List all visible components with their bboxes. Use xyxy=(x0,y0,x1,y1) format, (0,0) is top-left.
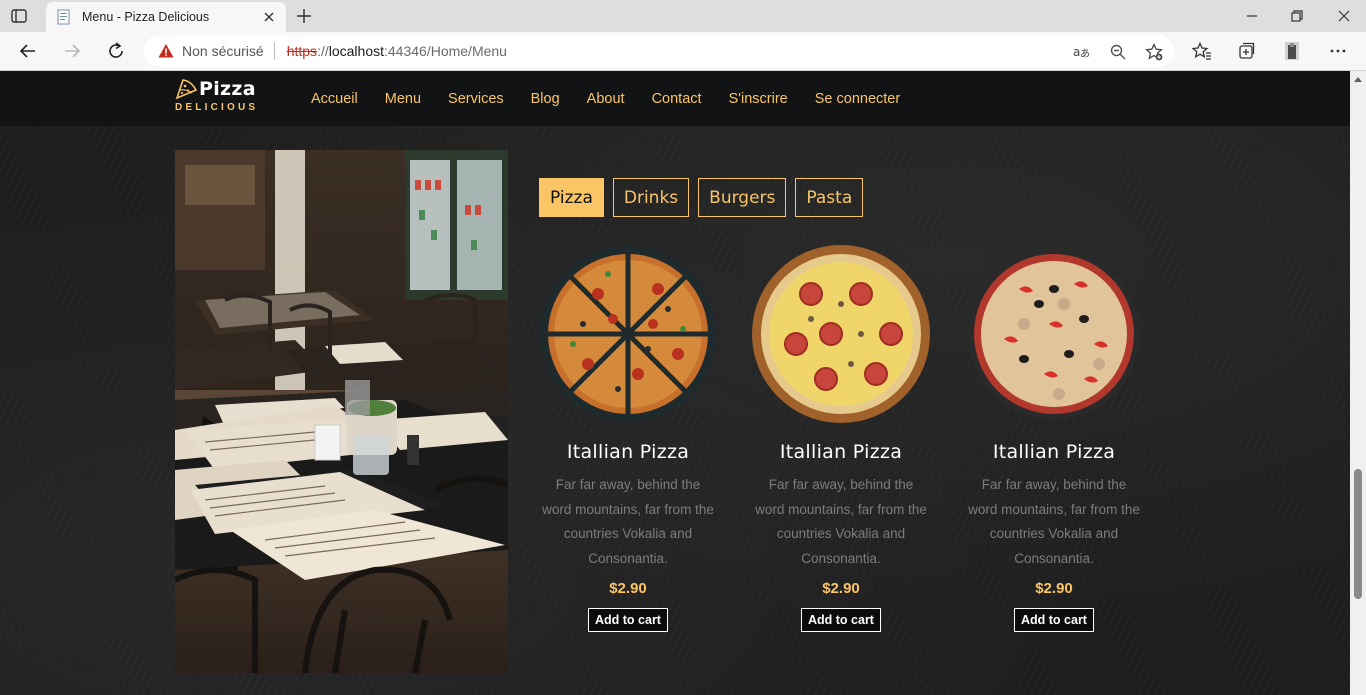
category-tabs: Pizza Drinks Burgers Pasta xyxy=(539,178,872,217)
menu-item: Itallian Pizza Far far away, behind the … xyxy=(964,244,1144,632)
add-to-cart-button[interactable]: Add to cart xyxy=(801,608,881,632)
security-label[interactable]: Non sécurisé xyxy=(182,43,264,59)
profile-avatar-icon[interactable] xyxy=(1282,41,1302,61)
url-divider xyxy=(273,42,275,60)
page-content: Pizza DELICIOUS Accueil Menu Services Bl… xyxy=(0,71,1350,695)
tab-burgers[interactable]: Burgers xyxy=(698,178,787,217)
item-description: Far far away, behind the word mountains,… xyxy=(968,477,1140,566)
item-name: Itallian Pizza xyxy=(992,441,1116,463)
item-price: $2.90 xyxy=(609,580,647,597)
refresh-icon[interactable] xyxy=(106,41,126,61)
minimize-icon[interactable] xyxy=(1242,6,1262,26)
item-description: Far far away, behind the word mountains,… xyxy=(755,477,927,566)
add-to-cart-button[interactable]: Add to cart xyxy=(1014,608,1094,632)
url-field[interactable]: Non sécurisé https://localhost:44346/Hom… xyxy=(144,35,1174,67)
nav-link-menu[interactable]: Menu xyxy=(385,91,421,107)
restore-icon[interactable] xyxy=(1287,6,1307,26)
item-name: Itallian Pizza xyxy=(779,441,903,463)
url-host: localhost xyxy=(328,43,384,59)
read-aloud-icon[interactable]: a あ xyxy=(1072,43,1090,61)
nav-link-register[interactable]: S'inscrire xyxy=(729,91,788,107)
menu-item: Itallian Pizza Far far away, behind the … xyxy=(751,244,931,632)
nav-link-accueil[interactable]: Accueil xyxy=(311,91,358,107)
page-favicon-icon xyxy=(57,9,70,25)
warning-icon[interactable] xyxy=(158,43,174,59)
pizza-image xyxy=(540,246,716,422)
forward-icon[interactable] xyxy=(62,41,82,61)
zoom-icon[interactable] xyxy=(1109,43,1127,61)
nav-link-about[interactable]: About xyxy=(587,91,625,107)
address-bar: Non sécurisé https://localhost:44346/Hom… xyxy=(0,32,1366,71)
tab-pasta[interactable]: Pasta xyxy=(795,178,864,217)
url-scheme: https xyxy=(286,43,318,59)
scroll-thumb[interactable] xyxy=(1354,469,1362,599)
restaurant-photo xyxy=(175,150,508,673)
nav-link-blog[interactable]: Blog xyxy=(531,91,560,107)
tab-pizza[interactable]: Pizza xyxy=(539,178,604,217)
tab-drinks[interactable]: Drinks xyxy=(612,178,690,217)
close-tab-icon[interactable] xyxy=(262,10,276,24)
nav-link-services[interactable]: Services xyxy=(448,91,504,107)
back-icon[interactable] xyxy=(18,41,38,61)
nav-link-login[interactable]: Se connecter xyxy=(815,91,900,107)
menu-item: Itallian Pizza Far far away, behind the … xyxy=(538,244,718,632)
tab-actions-icon[interactable] xyxy=(10,7,28,25)
pizza-image xyxy=(968,248,1140,420)
page-scrollbar[interactable] xyxy=(1350,71,1366,695)
item-price: $2.90 xyxy=(1035,580,1073,597)
site-logo[interactable]: Pizza DELICIOUS xyxy=(175,76,275,121)
add-to-cart-button[interactable]: Add to cart xyxy=(588,608,668,632)
main-menu: Accueil Menu Services Blog About Contact… xyxy=(311,71,927,126)
more-options-icon[interactable] xyxy=(1328,41,1348,61)
item-price: $2.90 xyxy=(822,580,860,597)
scroll-up-icon[interactable] xyxy=(1353,75,1363,83)
svg-text:あ: あ xyxy=(1080,48,1090,60)
pizza-image xyxy=(752,245,930,423)
logo-name: Pizza xyxy=(199,78,256,100)
item-name: Itallian Pizza xyxy=(566,441,690,463)
url-path: :44346/Home/Menu xyxy=(384,43,507,59)
site-navbar: Pizza DELICIOUS Accueil Menu Services Bl… xyxy=(0,71,1350,126)
url-separator: :// xyxy=(317,43,329,59)
favorites-icon[interactable] xyxy=(1192,41,1212,61)
new-tab-icon[interactable] xyxy=(294,6,314,26)
logo-subtitle: DELICIOUS xyxy=(175,102,259,113)
browser-tab[interactable]: Menu - Pizza Delicious xyxy=(46,2,286,32)
close-window-icon[interactable] xyxy=(1334,6,1354,26)
collections-icon[interactable] xyxy=(1236,41,1256,61)
nav-link-contact[interactable]: Contact xyxy=(652,91,702,107)
pizza-slice-icon xyxy=(175,79,197,100)
url-text[interactable]: https://localhost:44346/Home/Menu xyxy=(287,43,507,59)
browser-tab-bar: Menu - Pizza Delicious xyxy=(0,0,1366,32)
add-favorite-icon[interactable] xyxy=(1145,43,1163,61)
item-description: Far far away, behind the word mountains,… xyxy=(542,477,714,566)
tab-title: Menu - Pizza Delicious xyxy=(82,10,210,24)
